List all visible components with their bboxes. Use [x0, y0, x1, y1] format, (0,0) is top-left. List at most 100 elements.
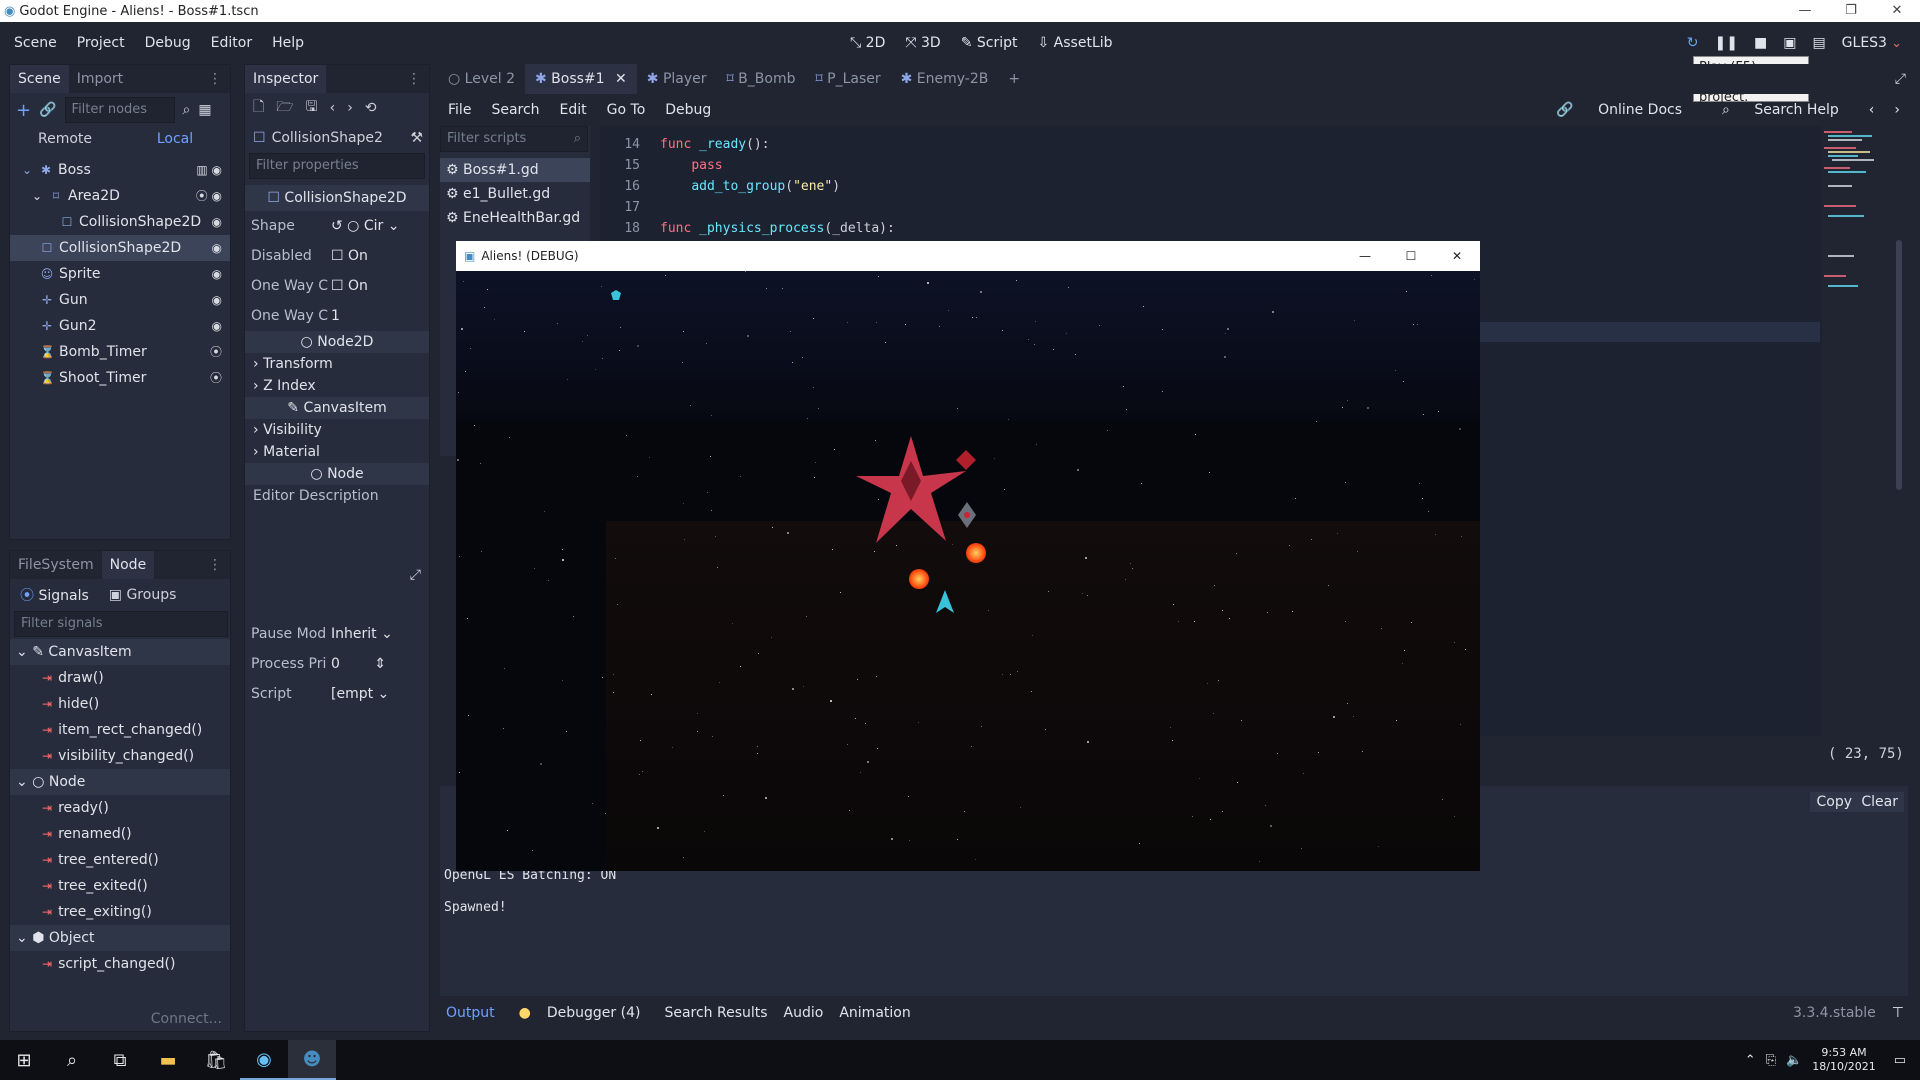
online-docs-link[interactable]: 🔗 Online Docs	[1536, 102, 1702, 118]
visibility-eye-icon[interactable]: ◉	[212, 287, 222, 313]
add-node-icon[interactable]: +	[16, 100, 31, 121]
code-line[interactable]: 18 func _physics_process(_delta):	[600, 218, 1822, 239]
remote-button[interactable]: Remote	[10, 131, 120, 147]
script-menu-debug[interactable]: Debug	[655, 102, 721, 118]
signal-class-node[interactable]: ⌄ ○ Node	[10, 769, 230, 795]
priority-spinbox[interactable]: 0 ⇕	[331, 656, 386, 672]
clock[interactable]: 9:53 AM 18/10/2021	[1812, 1046, 1875, 1074]
tab-node[interactable]: Node	[101, 551, 155, 579]
tab-search-results[interactable]: Search Results	[656, 1005, 775, 1021]
mode-3d[interactable]: ⤧ 3D	[905, 35, 940, 51]
filter-signals-input[interactable]: Filter signals	[14, 611, 228, 637]
tree-node-gun2[interactable]: ✛ Gun2 ◉	[10, 313, 230, 339]
attach-script-icon[interactable]: ▦	[198, 102, 211, 118]
tree-node-gun[interactable]: ✛ Gun ◉	[10, 287, 230, 313]
prev-script-icon[interactable]: ‹	[1859, 102, 1885, 118]
dock-menu-icon[interactable]: ⋮	[200, 551, 230, 579]
tab-inspector[interactable]: Inspector	[245, 65, 327, 93]
game-minimize-button[interactable]: —	[1342, 241, 1388, 271]
signals-tab[interactable]: ⦿ Signals	[20, 585, 89, 605]
code-scrollbar[interactable]	[1896, 240, 1902, 490]
inspector-object-name[interactable]: CollisionShape2	[272, 130, 383, 146]
output-clear-button[interactable]: Clear	[1855, 792, 1904, 812]
tab-debugger[interactable]: ● Debugger (4)	[503, 1005, 657, 1021]
mode-script[interactable]: ✎ Script	[961, 35, 1018, 51]
network-icon[interactable]: ⎘	[1766, 1053, 1776, 1068]
back-icon[interactable]: ‹	[330, 100, 336, 116]
connect-button[interactable]: Connect...	[151, 1011, 222, 1027]
signal-item[interactable]: ⇥ ready()	[10, 795, 230, 821]
local-button[interactable]: Local	[120, 131, 230, 147]
renderer-select[interactable]: GLES3 ⌄	[1842, 35, 1902, 51]
tab-output[interactable]: Output	[438, 1005, 503, 1021]
pin-panel-icon[interactable]: ⊤	[1884, 1005, 1912, 1021]
forward-icon[interactable]: ›	[347, 100, 353, 116]
filter-nodes-input[interactable]: Filter nodes	[64, 97, 175, 123]
tab-audio[interactable]: Audio	[776, 1005, 832, 1021]
tray-chevron-icon[interactable]: ⌃	[1745, 1053, 1756, 1068]
minimize-button[interactable]: —	[1782, 0, 1828, 22]
search-icon[interactable]: ⌕	[48, 1040, 96, 1080]
prop-pause-mode[interactable]: Pause Mod Inherit ⌄	[245, 619, 429, 649]
menu-project[interactable]: Project	[67, 35, 135, 51]
prop-one-way-margin[interactable]: One Way C1	[245, 301, 429, 331]
tab-animation[interactable]: Animation	[831, 1005, 918, 1021]
prop-shape[interactable]: Shape ↺ ○ Cir ⌄	[245, 211, 429, 241]
section-visibility[interactable]: › Visibility	[245, 419, 429, 441]
prop-process-priority[interactable]: Process Pri 0 ⇕	[245, 649, 429, 679]
add-tab-button[interactable]: +	[998, 64, 1030, 94]
file-explorer-icon[interactable]: ▬	[144, 1040, 192, 1080]
groups-tab[interactable]: ▣ Groups	[109, 587, 177, 603]
task-view-icon[interactable]: ⧉	[96, 1040, 144, 1080]
code-line[interactable]: 15 pass	[600, 155, 1822, 176]
prop-disabled[interactable]: Disabled ☐ On	[245, 241, 429, 271]
dock-menu-icon[interactable]: ⋮	[200, 65, 230, 93]
prop-one-way-margin-value[interactable]: 1	[331, 308, 340, 324]
start-button[interactable]: ⊞	[0, 1040, 48, 1080]
mode-2d[interactable]: ⤡ 2D	[850, 35, 885, 51]
signal-item[interactable]: ⇥ tree_exiting()	[10, 899, 230, 925]
signal-item[interactable]: ⇥ tree_exited()	[10, 873, 230, 899]
scene-tab-bbomb[interactable]: ⌑ B_Bomb	[717, 64, 806, 94]
pause-icon[interactable]: ❚❚	[1715, 35, 1738, 51]
signal-icon[interactable]: ⦿	[210, 365, 222, 391]
script-item-e1bullet[interactable]: ⚙ e1_Bullet.gd	[440, 182, 590, 206]
store-icon[interactable]: 🛍	[192, 1040, 240, 1080]
menu-scene[interactable]: Scene	[4, 35, 67, 51]
section-transform[interactable]: › Transform	[245, 353, 429, 375]
section-zindex[interactable]: › Z Index	[245, 375, 429, 397]
search-help-button[interactable]: ⌕ Search Help	[1702, 102, 1859, 118]
next-script-icon[interactable]: ›	[1884, 102, 1910, 118]
signal-item[interactable]: ⇥ hide()	[10, 691, 230, 717]
visibility-eye-icon[interactable]: ◉	[212, 235, 222, 261]
code-minimap[interactable]	[1822, 126, 1892, 336]
new-resource-icon[interactable]: 🗋	[253, 96, 264, 120]
play-custom-icon[interactable]: ▤	[1812, 35, 1825, 51]
menu-editor[interactable]: Editor	[201, 35, 262, 51]
stop-icon[interactable]: ■	[1754, 35, 1767, 51]
scene-tab-level2[interactable]: ○ Level 2	[438, 64, 525, 94]
script-menu-goto[interactable]: Go To	[597, 102, 656, 118]
close-button[interactable]: ✕	[1874, 0, 1920, 22]
dock-menu-icon[interactable]: ⋮	[399, 65, 429, 93]
tree-node-bomb-timer[interactable]: ⌛ Bomb_Timer ⦿	[10, 339, 230, 365]
reload-play-icon[interactable]: ↻	[1687, 35, 1699, 51]
tree-node-area2d[interactable]: ⌄ ⌑ Area2D ⦿ ◉	[10, 183, 230, 209]
signal-class-canvasitem[interactable]: ⌄ ✎ CanvasItem	[10, 639, 230, 665]
signal-item[interactable]: ⇥ visibility_changed()	[10, 743, 230, 769]
game-viewport[interactable]	[456, 271, 1480, 871]
open-folder-icon[interactable]: 🗁	[276, 96, 293, 120]
prop-script[interactable]: Script [empt ⌄	[245, 679, 429, 709]
checkbox[interactable]: ☐	[331, 278, 344, 294]
code-line[interactable]: 16 add_to_group("ene")	[600, 176, 1822, 197]
prop-shape-value[interactable]: ↺ ○ Cir ⌄	[331, 218, 399, 234]
signal-class-object[interactable]: ⌄ ⬢ Object	[10, 925, 230, 951]
signal-item[interactable]: ⇥ item_rect_changed()	[10, 717, 230, 743]
steam-icon[interactable]: ◉	[240, 1040, 288, 1080]
close-tab-icon[interactable]: ✕	[615, 71, 627, 87]
checkbox[interactable]: ☐	[331, 248, 344, 264]
expand-icon[interactable]: ⤢	[410, 567, 421, 583]
signal-item[interactable]: ⇥ renamed()	[10, 821, 230, 847]
tree-node-shoot-timer[interactable]: ⌛ Shoot_Timer ⦿	[10, 365, 230, 391]
code-line[interactable]: 17	[600, 197, 1822, 218]
